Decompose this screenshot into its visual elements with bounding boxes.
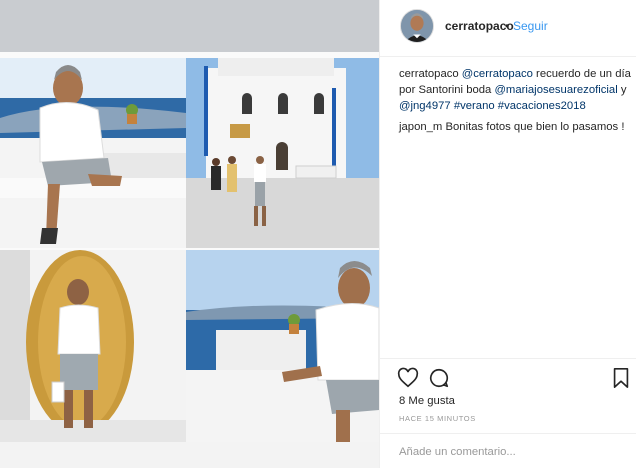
hashtag-link[interactable]: #verano xyxy=(454,100,495,112)
caption-text: y xyxy=(617,84,627,96)
action-bar xyxy=(380,358,636,388)
post-timestamp: HACE 15 MINUTOS xyxy=(399,414,476,423)
mention-link[interactable]: @cerratopaco xyxy=(462,68,533,80)
comment-item: japon_m Bonitas fotos que bien lo pasamo… xyxy=(399,119,631,135)
comment-username[interactable]: japon_m xyxy=(399,121,442,133)
comment-text: Bonitas fotos que bien lo pasamos ! xyxy=(442,121,625,133)
heart-icon[interactable] xyxy=(397,367,419,389)
caption-username[interactable]: cerratopaco xyxy=(399,68,459,80)
comments-section: cerratopaco @cerratopaco recuerdo de un … xyxy=(399,66,631,135)
comment-bubble-icon[interactable] xyxy=(428,367,450,389)
hashtag-link[interactable]: #vacaciones2018 xyxy=(498,100,586,112)
photo-bottom-background xyxy=(0,442,379,468)
bookmark-icon[interactable] xyxy=(610,367,632,389)
mention-link[interactable]: @mariajosesuarezoficial xyxy=(494,84,617,96)
post-photo[interactable] xyxy=(0,0,379,468)
follow-button[interactable]: Seguir xyxy=(513,19,548,33)
comment-form xyxy=(380,433,636,468)
username-link[interactable]: cerratopaco xyxy=(445,19,514,33)
photo-collage-bottom-right xyxy=(186,250,379,442)
photo-top-background xyxy=(0,0,379,52)
post-header: cerratopaco • Seguir xyxy=(380,0,636,57)
mention-link[interactable]: @jng4977 xyxy=(399,100,451,112)
post-caption: cerratopaco @cerratopaco recuerdo de un … xyxy=(399,66,631,114)
post-sidebar: cerratopaco • Seguir cerratopaco @cerrat… xyxy=(379,0,636,468)
likes-count[interactable]: 8 Me gusta xyxy=(399,395,455,407)
photo-collage-top-right xyxy=(186,58,379,248)
avatar[interactable] xyxy=(400,9,434,43)
comment-input[interactable] xyxy=(399,446,599,458)
photo-collage-top-left xyxy=(0,58,186,248)
separator-dot: • xyxy=(505,19,510,33)
photo-collage-bottom-left xyxy=(0,250,186,442)
